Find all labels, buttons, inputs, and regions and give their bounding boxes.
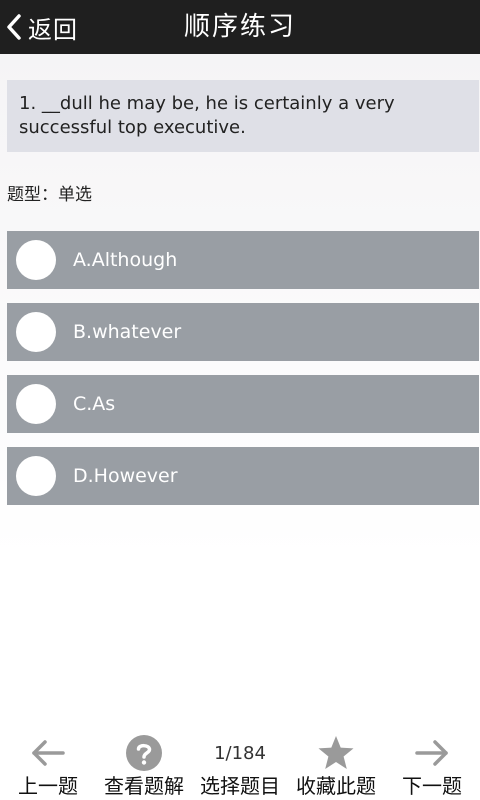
top-bar: 返回 顺序练习 [0,0,480,54]
option-b[interactable]: B.whatever [7,303,479,361]
next-question-label: 下一题 [402,774,462,798]
question-text: 1. __dull he may be, he is certainly a v… [7,80,479,152]
chevron-left-icon [6,13,22,41]
option-d[interactable]: D.However [7,447,479,505]
help-circle-icon [96,732,192,774]
option-c[interactable]: C.As [7,375,479,433]
radio-button[interactable] [16,456,56,496]
radio-button[interactable] [16,384,56,424]
select-question-button[interactable]: 1/184 选择题目 [192,728,288,800]
bottom-bar: 上一题 查看题解 1/184 选择题目 收藏此题 下一题 [0,728,480,800]
back-button[interactable]: 返回 [6,0,78,54]
radio-button[interactable] [16,312,56,352]
back-label: 返回 [28,15,78,44]
favorite-question-button[interactable]: 收藏此题 [288,728,384,800]
view-explanation-button[interactable]: 查看题解 [96,728,192,800]
option-label: A.Although [73,249,178,271]
option-label: D.However [73,465,178,487]
option-label: B.whatever [73,321,182,343]
question-counter: 1/184 [214,742,266,764]
answer-options: A.Although B.whatever C.As D.However [7,231,479,519]
arrow-left-icon [0,732,96,774]
star-icon [288,732,384,774]
option-label: C.As [73,393,116,415]
radio-button[interactable] [16,240,56,280]
arrow-right-icon [384,732,480,774]
question-type-label: 题型：单选 [7,185,92,205]
option-a[interactable]: A.Although [7,231,479,289]
prev-question-button[interactable]: 上一题 [0,728,96,800]
next-question-button[interactable]: 下一题 [384,728,480,800]
question-counter-wrap: 1/184 [192,732,288,774]
